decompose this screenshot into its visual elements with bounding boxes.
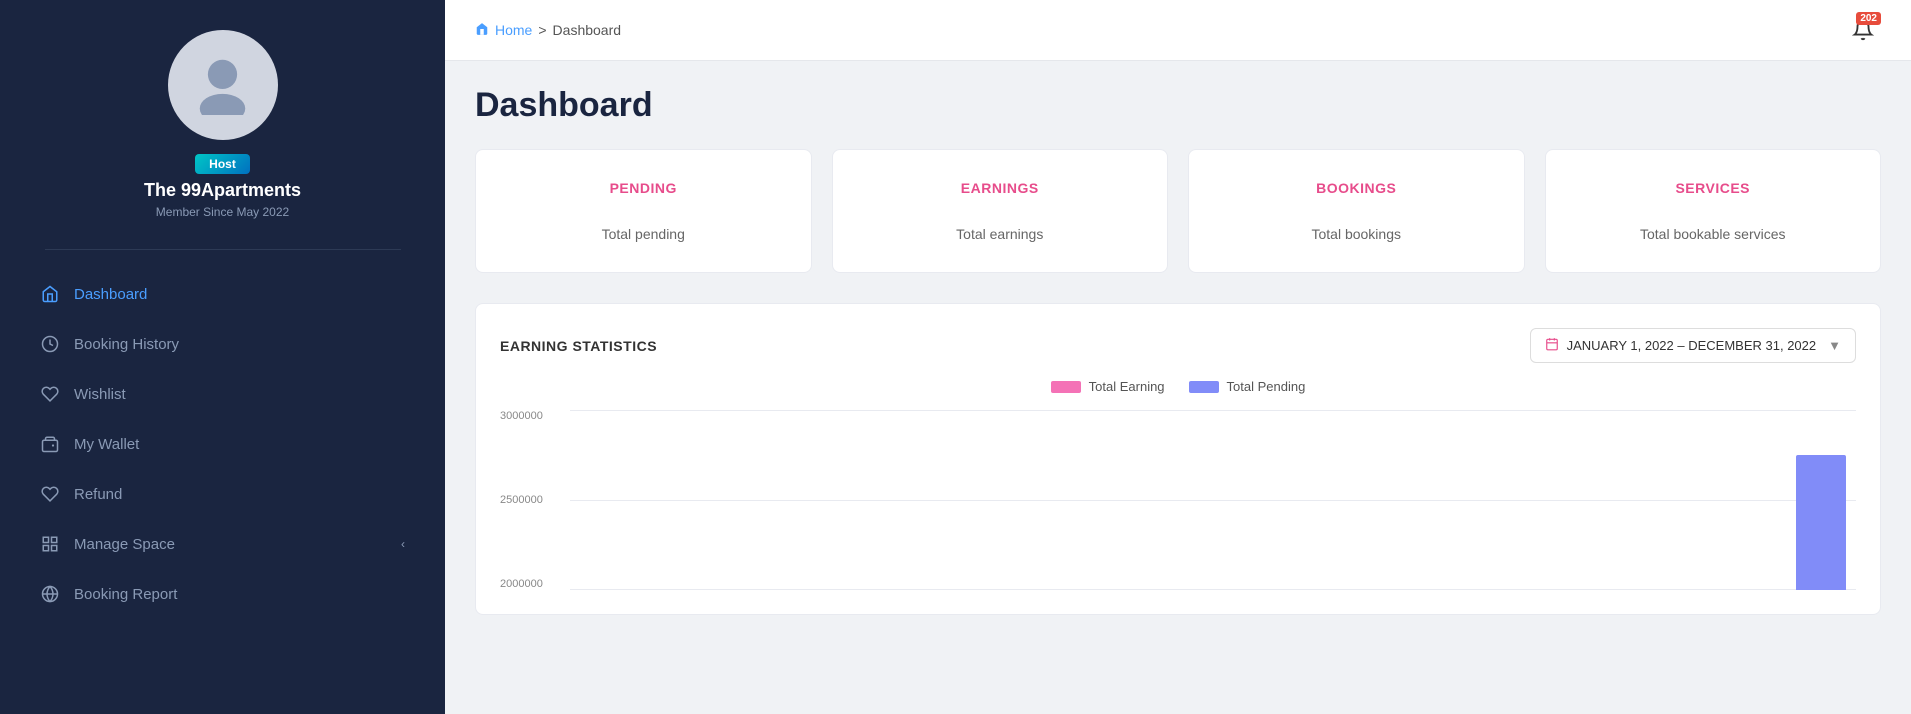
sidebar-item-wishlist[interactable]: Wishlist — [20, 370, 425, 418]
chart-legend: Total Earning Total Pending — [500, 379, 1856, 394]
sidebar-item-my-wallet[interactable]: My Wallet — [20, 420, 425, 468]
breadcrumb: Home > Dashboard — [475, 22, 621, 39]
sidebar-item-label: Dashboard — [74, 286, 147, 303]
bar-group-Jun — [1109, 410, 1211, 590]
legend-label-pending: Total Pending — [1227, 379, 1306, 394]
sidebar-divider — [45, 249, 401, 250]
sidebar-item-refund[interactable]: Refund — [20, 470, 425, 518]
bar-group-Oct — [1532, 410, 1634, 590]
sidebar-item-dashboard[interactable]: Dashboard — [20, 270, 425, 318]
chevron-down-icon: ▼ — [1828, 338, 1841, 353]
sidebar-item-manage-space[interactable]: Manage Space ‹ — [20, 520, 425, 568]
notification-badge: 202 — [1856, 12, 1881, 25]
bar-group-Dec — [1744, 410, 1846, 590]
page-title: Dashboard — [475, 86, 1881, 125]
chevron-left-icon: ‹ — [401, 537, 405, 551]
sidebar-item-label: Refund — [74, 486, 122, 503]
legend-label-earning: Total Earning — [1089, 379, 1165, 394]
earning-stats-section: EARNING STATISTICS JANUARY 1, 2022 – DEC… — [475, 303, 1881, 615]
stat-card-bookings: BOOKINGS Total bookings — [1188, 149, 1525, 273]
calendar-icon — [1545, 337, 1559, 354]
wallet-icon — [40, 434, 60, 454]
y-label-3m: 3000000 — [500, 410, 560, 422]
avatar — [168, 30, 278, 140]
section-title: EARNING STATISTICS — [500, 338, 657, 354]
chart-bars — [570, 410, 1856, 590]
bar-group-Aug — [1321, 410, 1423, 590]
main-area: Home > Dashboard 202 Dashboard PENDING T… — [445, 0, 1911, 714]
content-area: Dashboard PENDING Total pending EARNINGS… — [445, 61, 1911, 714]
bar-group-Jul — [1215, 410, 1317, 590]
stat-value-services: Total bookable services — [1566, 226, 1861, 242]
stat-card-services: SERVICES Total bookable services — [1545, 149, 1882, 273]
breadcrumb-separator: > — [538, 22, 546, 38]
grid-icon — [40, 534, 60, 554]
bar-group-Mar — [792, 410, 894, 590]
sidebar-item-label: Booking History — [74, 336, 179, 353]
globe-icon — [40, 584, 60, 604]
stat-value-pending: Total pending — [496, 226, 791, 242]
user-name: The 99Apartments — [144, 180, 301, 201]
bar-group-Sep — [1427, 410, 1529, 590]
legend-color-pending — [1189, 381, 1219, 393]
date-range-picker[interactable]: JANUARY 1, 2022 – DECEMBER 31, 2022 ▼ — [1530, 328, 1856, 363]
y-label-2500k: 2500000 — [500, 494, 560, 506]
stat-card-pending: PENDING Total pending — [475, 149, 812, 273]
bar-group-Feb — [686, 410, 788, 590]
home-icon — [40, 284, 60, 304]
refund-icon — [40, 484, 60, 504]
sidebar-item-label: Wishlist — [74, 386, 126, 403]
stat-card-earnings: EARNINGS Total earnings — [832, 149, 1169, 273]
chart-area — [570, 410, 1856, 590]
chart-y-labels: 3000000 2500000 2000000 — [500, 410, 570, 590]
user-avatar-icon — [190, 50, 255, 120]
section-header: EARNING STATISTICS JANUARY 1, 2022 – DEC… — [500, 328, 1856, 363]
bar-group-Jan — [580, 410, 682, 590]
sidebar: Host The 99Apartments Member Since May 2… — [0, 0, 445, 714]
stat-value-earnings: Total earnings — [853, 226, 1148, 242]
stat-label-pending: PENDING — [496, 180, 791, 196]
host-badge: Host — [195, 154, 250, 174]
sidebar-item-booking-history[interactable]: Booking History — [20, 320, 425, 368]
bar-group-Nov — [1638, 410, 1740, 590]
member-since: Member Since May 2022 — [156, 205, 289, 219]
legend-color-earning — [1051, 381, 1081, 393]
home-icon — [475, 22, 489, 39]
breadcrumb-current: Dashboard — [553, 22, 622, 38]
date-range-label: JANUARY 1, 2022 – DECEMBER 31, 2022 — [1567, 338, 1817, 353]
nav-menu: Dashboard Booking History Wishlist — [0, 270, 445, 620]
breadcrumb-home: Home — [495, 22, 532, 38]
bar-pending-Dec — [1796, 455, 1846, 590]
bar-group-Apr — [897, 410, 999, 590]
notification-button[interactable]: 202 — [1845, 12, 1881, 48]
sidebar-item-label: Booking Report — [74, 586, 177, 603]
stat-label-earnings: EARNINGS — [853, 180, 1148, 196]
y-label-2m: 2000000 — [500, 578, 560, 590]
legend-item-pending: Total Pending — [1189, 379, 1306, 394]
heart-icon — [40, 384, 60, 404]
legend-item-earning: Total Earning — [1051, 379, 1165, 394]
stats-grid: PENDING Total pending EARNINGS Total ear… — [475, 149, 1881, 273]
stat-value-bookings: Total bookings — [1209, 226, 1504, 242]
sidebar-item-booking-report[interactable]: Booking Report — [20, 570, 425, 618]
bar-group-May — [1003, 410, 1105, 590]
stat-label-services: SERVICES — [1566, 180, 1861, 196]
stat-label-bookings: BOOKINGS — [1209, 180, 1504, 196]
chart-container: 3000000 2500000 2000000 — [500, 410, 1856, 590]
sidebar-item-label: My Wallet — [74, 436, 139, 453]
clock-icon — [40, 334, 60, 354]
sidebar-item-label: Manage Space — [74, 536, 175, 553]
topbar: Home > Dashboard 202 — [445, 0, 1911, 61]
